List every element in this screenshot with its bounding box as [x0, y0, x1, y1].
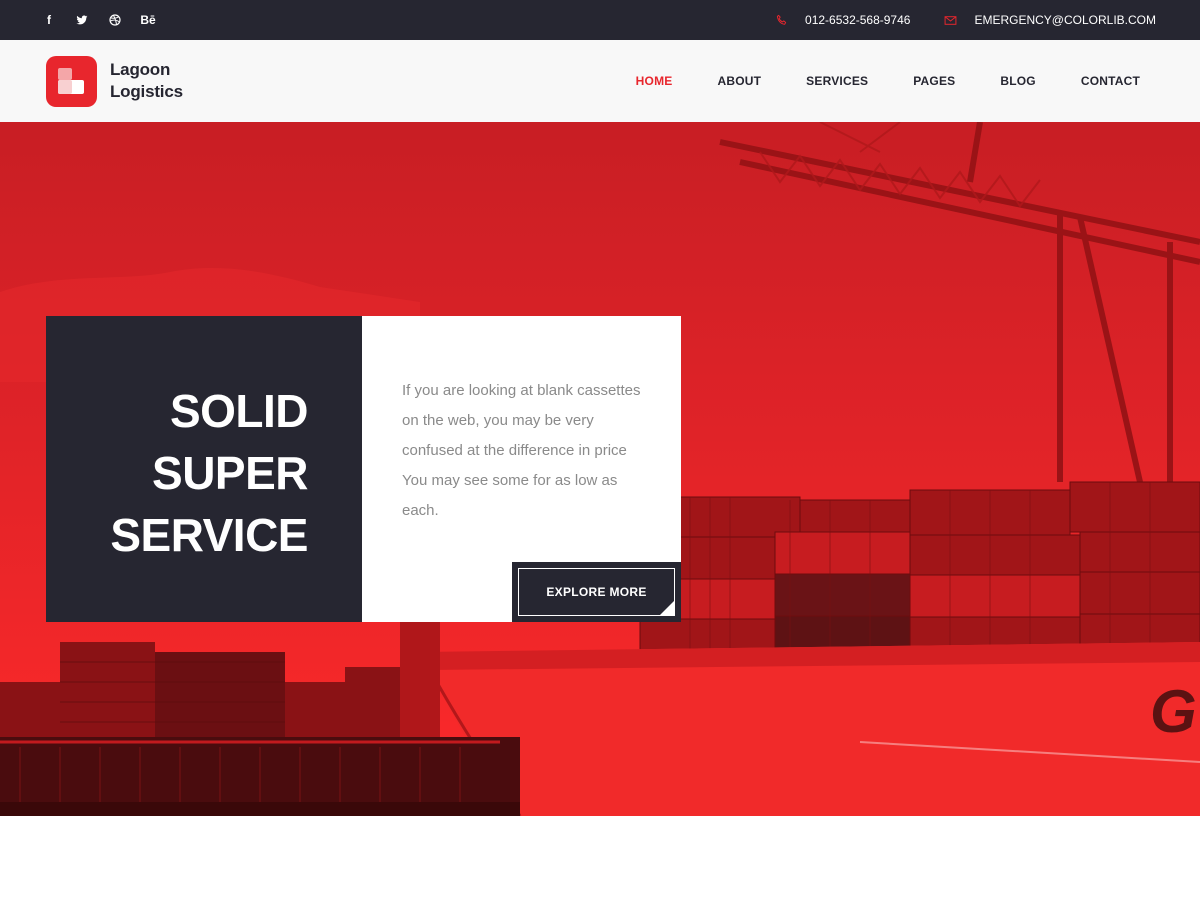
logo-icon[interactable] — [46, 56, 97, 107]
behance-icon: Bē — [140, 13, 156, 27]
facebook-link[interactable]: f — [40, 0, 58, 40]
hero-heading-line-1: SOLID — [169, 385, 309, 437]
ship-lettering: G — [1150, 678, 1197, 745]
main-nav: HOME ABOUT SERVICES PAGES BLOG CONTACT — [591, 40, 1140, 122]
top-bar: f Bē 012-6532-568-9746 EMERGENCY@COLORLI… — [0, 0, 1200, 40]
hero-heading-line-2: SUPER — [152, 447, 308, 499]
nav-services[interactable]: SERVICES — [806, 74, 868, 88]
twitter-link[interactable] — [73, 0, 91, 40]
nav-home[interactable]: HOME — [636, 74, 673, 88]
social-links: f Bē — [40, 0, 172, 40]
brand-line-1: Lagoon — [110, 60, 171, 79]
corner-fold-icon — [659, 600, 675, 616]
explore-more-button[interactable]: EXPLORE MORE — [518, 568, 675, 616]
brand-name[interactable]: Lagoon Logistics — [110, 59, 183, 103]
nav-about[interactable]: ABOUT — [717, 74, 761, 88]
twitter-icon — [76, 15, 88, 25]
nav-pages[interactable]: PAGES — [913, 74, 955, 88]
explore-button-wrap: EXPLORE MORE — [512, 562, 681, 622]
facebook-icon: f — [47, 13, 51, 27]
phone-item[interactable]: 012-6532-568-9746 — [775, 13, 910, 27]
email-address: EMERGENCY@COLORLIB.COM — [974, 13, 1156, 27]
brand-line-2: Logistics — [110, 82, 183, 101]
hero-description: If you are looking at blank cassettes on… — [402, 382, 641, 519]
hero-heading-line-3: SERVICE — [110, 509, 308, 561]
dribbble-icon — [109, 14, 121, 26]
phone-number: 012-6532-568-9746 — [805, 13, 911, 27]
nav-contact[interactable]: CONTACT — [1081, 74, 1140, 88]
nav-blog[interactable]: BLOG — [1000, 74, 1035, 88]
contact-info: 012-6532-568-9746 EMERGENCY@COLORLIB.COM — [775, 0, 1156, 40]
hero-heading-card: SOLID SUPER SERVICE — [46, 316, 362, 622]
envelope-icon — [945, 15, 957, 25]
phone-icon — [776, 14, 787, 25]
email-item[interactable]: EMERGENCY@COLORLIB.COM — [944, 13, 1156, 27]
dribbble-link[interactable] — [106, 0, 124, 40]
site-header: Lagoon Logistics HOME ABOUT SERVICES PAG… — [0, 40, 1200, 122]
behance-link[interactable]: Bē — [139, 0, 157, 40]
hero-heading: SOLID SUPER SERVICE — [110, 380, 308, 566]
